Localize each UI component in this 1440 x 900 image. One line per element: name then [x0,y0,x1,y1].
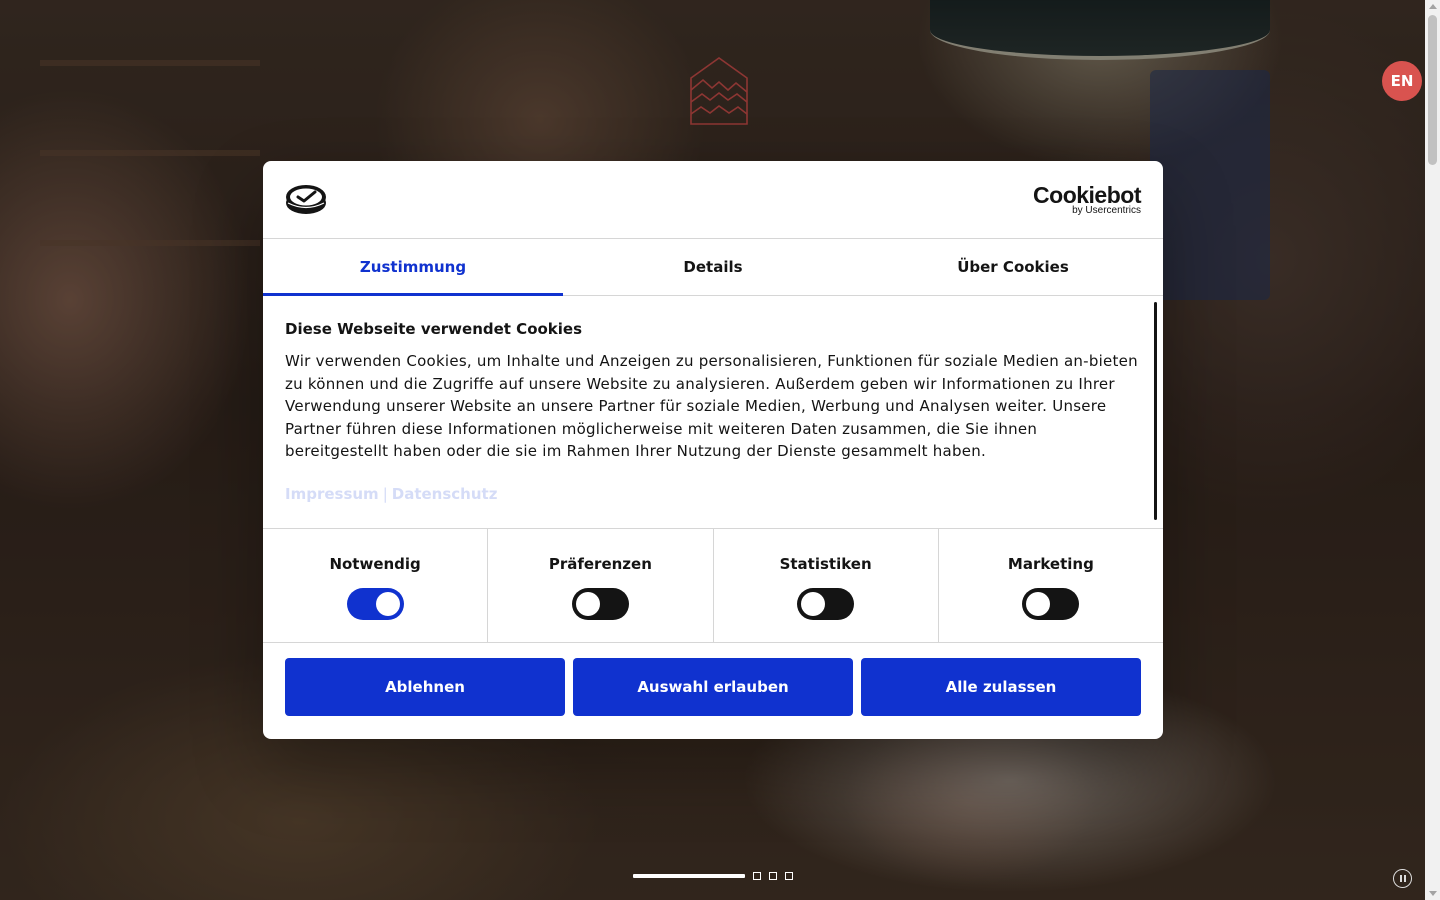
slide-indicator[interactable] [785,872,793,880]
pause-icon[interactable] [1393,869,1412,888]
cookiebot-badge-icon [286,185,326,214]
impressum-link[interactable]: Impressum [285,485,379,503]
consent-tabs: Zustimmung Details Über Cookies [263,239,1163,296]
toggle-label: Notwendig [329,555,421,573]
slide-indicator-active[interactable] [633,874,745,878]
toggle-cell-marketing: Marketing [939,529,1163,642]
cookiebot-name: Cookiebot [1033,182,1141,208]
toggle-label: Statistiken [779,555,872,573]
slider-indicators [633,871,793,881]
toggle-knob [575,592,600,616]
slide-indicator[interactable] [753,872,761,880]
scroll-up-icon[interactable] [1429,4,1437,9]
dialog-header: Cookiebot by Usercentrics [263,161,1163,239]
scroll-down-icon[interactable] [1429,891,1437,896]
allow-all-button[interactable]: Alle zulassen [861,658,1141,716]
tab-zustimmung[interactable]: Zustimmung [263,239,563,296]
cookiebot-logo[interactable]: Cookiebot by Usercentrics [1033,183,1141,216]
tab-ueber-cookies[interactable]: Über Cookies [863,239,1163,295]
toggle-knob [801,592,826,616]
language-switch-button[interactable]: EN [1382,61,1422,101]
toggle-cell-praeferenzen: Präferenzen [488,529,714,642]
consent-buttons: Ablehnen Auswahl erlauben Alle zulassen [263,643,1163,716]
link-separator: | [382,484,388,503]
statistiken-toggle[interactable] [797,588,855,620]
body-scrollbar[interactable] [1154,302,1157,520]
toggle-label: Marketing [1007,555,1094,573]
page-scrollbar[interactable] [1425,0,1440,900]
toggle-label: Präferenzen [548,555,652,573]
toggle-knob [1026,592,1051,616]
toggle-cell-statistiken: Statistiken [714,529,939,642]
notwendig-toggle[interactable] [346,588,404,620]
tab-details[interactable]: Details [563,239,863,295]
marketing-toggle[interactable] [1022,588,1080,620]
consent-title: Diese Webseite verwendet Cookies [285,320,583,338]
consent-links: Impressum | Datenschutz [285,485,1141,503]
toggle-cell-notwendig: Notwendig [263,529,489,642]
consent-toggles: Notwendig Präferenzen Statistiken Market… [263,528,1163,643]
praeferenzen-toggle[interactable] [571,588,629,620]
consent-body: Diese Webseite verwendet Cookies Wir ver… [263,296,1163,528]
scrollbar-thumb[interactable] [1428,15,1437,165]
toggle-knob [375,592,400,616]
cookie-consent-dialog: Cookiebot by Usercentrics Zustimmung Det… [263,161,1163,739]
slide-indicator[interactable] [769,872,777,880]
consent-text: Wir verwenden Cookies, um Inhalte und An… [285,352,1138,460]
datenschutz-link[interactable]: Datenschutz [392,485,498,503]
allow-selection-button[interactable]: Auswahl erlauben [573,658,853,716]
decline-button[interactable]: Ablehnen [285,658,565,716]
